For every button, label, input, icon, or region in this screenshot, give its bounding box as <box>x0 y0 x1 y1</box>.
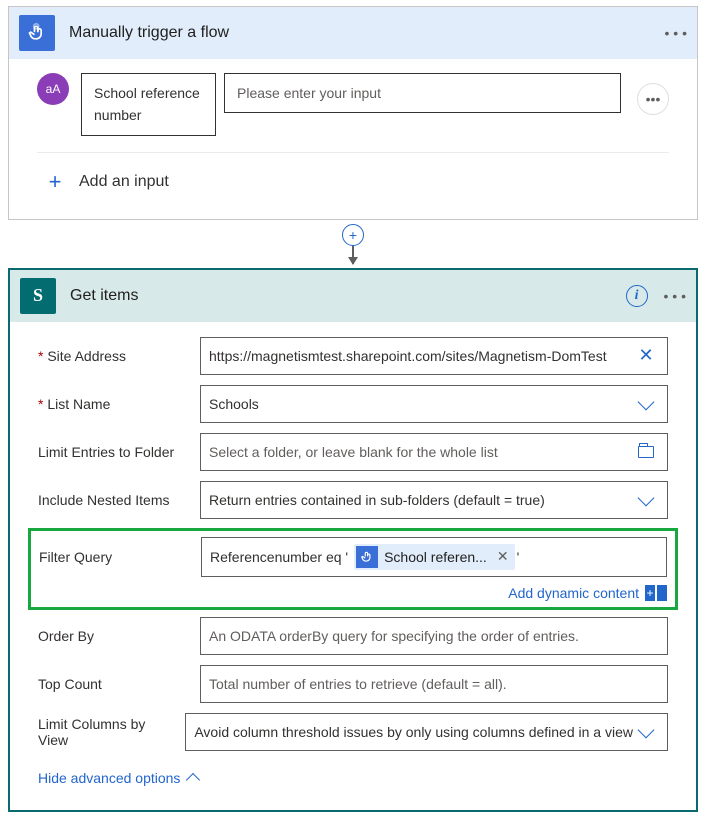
plus-icon: + <box>45 169 65 195</box>
filter-query-highlight: Filter Query Referencenumber eq ' School… <box>28 528 678 610</box>
site-address-input[interactable]: https://magnetismtest.sharepoint.com/sit… <box>200 337 668 375</box>
flow-connector: + <box>0 224 706 264</box>
add-input-label: Add an input <box>79 173 169 191</box>
hide-advanced-toggle[interactable]: Hide advanced options <box>38 760 668 792</box>
limit-columns-select[interactable]: Avoid column threshold issues by only us… <box>185 713 668 751</box>
get-items-title: Get items <box>70 287 626 305</box>
chevron-down-icon[interactable] <box>633 492 659 508</box>
order-by-label: Order By <box>38 628 200 644</box>
arrow-down-icon <box>352 244 354 264</box>
token-remove-icon[interactable]: ✕ <box>497 548 509 565</box>
sharepoint-icon: S <box>20 278 56 314</box>
list-name-select[interactable]: Schools <box>200 385 668 423</box>
param-menu-button[interactable]: ••• <box>637 83 669 115</box>
add-dynamic-content-link[interactable]: Add dynamic content <box>508 585 639 601</box>
text-param-icon: aA <box>37 73 69 105</box>
list-name-label: List Name <box>38 396 200 412</box>
trigger-icon <box>19 15 55 51</box>
param-name-box[interactable]: School reference number <box>81 73 216 136</box>
token-label: School referen... <box>384 549 487 565</box>
trigger-title: Manually trigger a flow <box>69 24 665 42</box>
filter-query-label: Filter Query <box>39 549 201 565</box>
param-input-box[interactable]: Please enter your input <box>224 73 621 113</box>
hand-tap-icon <box>356 546 378 568</box>
get-items-card: S Get items i • • • Site Address https:/… <box>8 268 698 812</box>
limit-folder-input[interactable]: Select a folder, or leave blank for the … <box>200 433 668 471</box>
include-nested-select[interactable]: Return entries contained in sub-folders … <box>200 481 668 519</box>
filter-query-input[interactable]: Referencenumber eq ' School referen... ✕… <box>201 537 667 577</box>
insert-step-button[interactable]: + <box>342 224 364 246</box>
order-by-input[interactable]: An ODATA orderBy query for specifying th… <box>200 617 668 655</box>
clear-icon[interactable]: ✕ <box>633 345 659 366</box>
trigger-card: Manually trigger a flow • • • aA School … <box>8 6 698 220</box>
get-items-header[interactable]: S Get items i • • • <box>10 270 696 322</box>
limit-columns-label: Limit Columns by View <box>38 716 185 748</box>
top-count-input[interactable]: Total number of entries to retrieve (def… <box>200 665 668 703</box>
hand-tap-icon <box>27 23 47 43</box>
site-address-label: Site Address <box>38 348 200 364</box>
chevron-down-icon[interactable] <box>633 724 659 740</box>
info-icon[interactable]: i <box>626 285 648 307</box>
trigger-body: aA School reference number Please enter … <box>9 59 697 219</box>
dynamic-content-icon[interactable] <box>645 585 667 601</box>
action-menu-button[interactable]: • • • <box>664 288 686 304</box>
add-input-button[interactable]: + Add an input <box>37 153 669 201</box>
chevron-down-icon[interactable] <box>633 396 659 412</box>
folder-picker-icon[interactable] <box>633 446 659 458</box>
include-nested-label: Include Nested Items <box>38 492 200 508</box>
get-items-body: Site Address https://magnetismtest.share… <box>10 322 696 810</box>
chevron-up-icon <box>186 773 200 787</box>
trigger-header[interactable]: Manually trigger a flow • • • <box>9 7 697 59</box>
trigger-menu-button[interactable]: • • • <box>665 25 687 41</box>
dynamic-token[interactable]: School referen... ✕ <box>354 544 514 570</box>
top-count-label: Top Count <box>38 676 200 692</box>
limit-folder-label: Limit Entries to Folder <box>38 444 200 460</box>
